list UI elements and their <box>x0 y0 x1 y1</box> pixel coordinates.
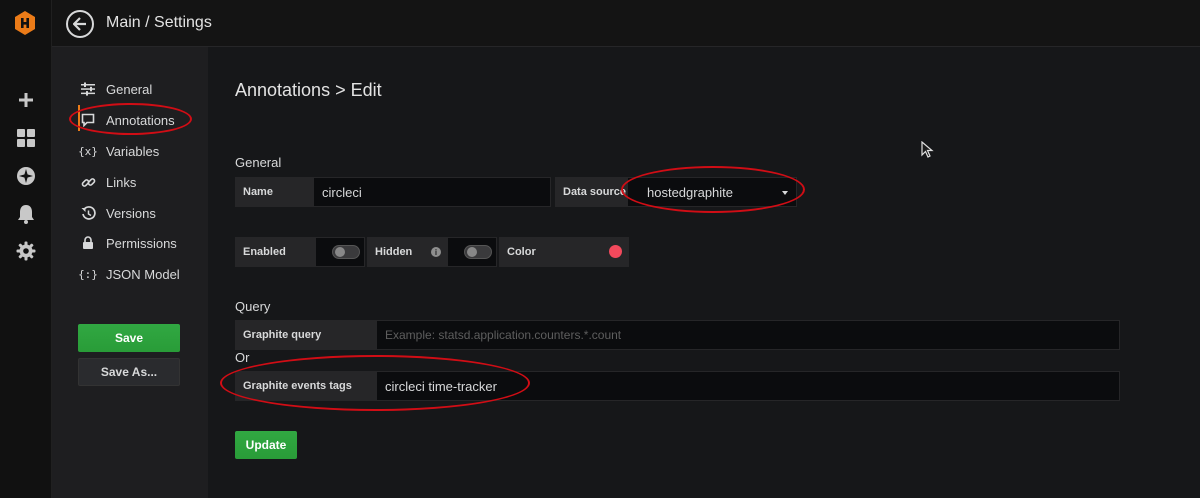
settings-nav-label: Versions <box>106 205 156 221</box>
save-as-button[interactable]: Save As... <box>78 358 180 386</box>
datasource-value: hostedgraphite <box>647 184 734 200</box>
alerting-bell-icon[interactable] <box>15 203 37 225</box>
dashboards-icon[interactable] <box>15 127 37 149</box>
enabled-switch-container <box>315 237 365 267</box>
hidden-label-text: Hidden <box>375 246 413 258</box>
hidden-switch-container <box>447 237 497 267</box>
settings-nav: General Annotations {x} Variables Links … <box>52 47 208 498</box>
json-icon: {:} <box>78 267 98 281</box>
graphite-events-tags-label: Graphite events tags <box>235 371 376 401</box>
annotation-edit-panel: Annotations > Edit General Name circleci… <box>208 47 1200 498</box>
datasource-select[interactable]: hostedgraphite <box>627 177 797 207</box>
settings-nav-label: Permissions <box>106 235 177 251</box>
lock-icon <box>78 236 98 250</box>
breadcrumb[interactable]: Main / Settings <box>106 14 212 32</box>
settings-nav-label: General <box>106 81 153 97</box>
back-button[interactable] <box>66 10 94 38</box>
settings-nav-annotations[interactable]: Annotations <box>78 109 175 131</box>
configuration-gear-icon[interactable] <box>15 240 37 262</box>
explore-icon[interactable] <box>15 165 37 187</box>
or-label: Or <box>235 350 250 365</box>
settings-nav-label: Links <box>106 174 137 190</box>
settings-nav-label: JSON Model <box>106 266 180 282</box>
link-icon <box>78 175 98 190</box>
settings-nav-variables[interactable]: {x} Variables <box>78 140 159 162</box>
name-label: Name <box>235 177 313 207</box>
graphite-query-input[interactable]: Example: statsd.application.counters.*.c… <box>376 320 1120 350</box>
name-input[interactable]: circleci <box>313 177 551 207</box>
settings-nav-permissions[interactable]: Permissions <box>78 232 177 254</box>
settings-nav-links[interactable]: Links <box>78 171 136 193</box>
comment-icon <box>78 113 98 127</box>
plus-icon[interactable] <box>15 89 37 111</box>
history-icon <box>78 205 98 221</box>
graphite-query-label: Graphite query <box>235 320 376 350</box>
arrow-left-icon <box>73 17 86 31</box>
color-picker-swatch[interactable] <box>609 245 622 258</box>
settings-nav-label: Variables <box>106 143 160 159</box>
general-section-label: General <box>235 155 282 170</box>
grafana-logo-icon[interactable] <box>12 10 38 36</box>
update-button[interactable]: Update <box>235 431 297 459</box>
datasource-label: Data source <box>555 177 627 207</box>
save-button[interactable]: Save <box>78 324 180 352</box>
info-icon[interactable]: i <box>431 247 441 257</box>
settings-nav-json-model[interactable]: {:} JSON Model <box>78 263 180 285</box>
color-label-text: Color <box>507 246 536 258</box>
color-label: Color <box>499 237 629 267</box>
enabled-label: Enabled <box>235 237 315 267</box>
enabled-toggle[interactable] <box>332 245 360 259</box>
hidden-label: Hidden i <box>367 237 447 267</box>
navbar: Main / Settings <box>52 0 1200 47</box>
caret-down-icon <box>782 191 788 195</box>
sliders-icon <box>78 82 98 96</box>
settings-nav-general[interactable]: General <box>78 78 152 100</box>
variable-icon: {x} <box>78 144 98 158</box>
side-menu <box>0 0 52 498</box>
hidden-toggle[interactable] <box>464 245 492 259</box>
settings-nav-label: Annotations <box>106 112 175 128</box>
query-section-label: Query <box>235 299 271 314</box>
graphite-events-tags-input[interactable]: circleci time-tracker <box>376 371 1120 401</box>
mouse-cursor-icon <box>921 141 934 158</box>
page-title: Annotations > Edit <box>235 80 382 100</box>
settings-nav-versions[interactable]: Versions <box>78 202 156 224</box>
